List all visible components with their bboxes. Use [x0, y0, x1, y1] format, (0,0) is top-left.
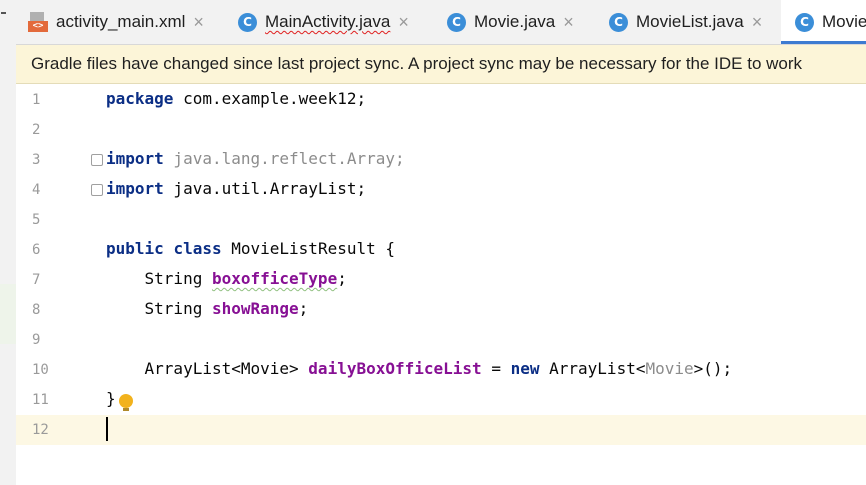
line-number: 5 — [32, 212, 41, 228]
line-number: 3 — [32, 152, 41, 168]
code-line-1: package com.example.week12; — [106, 89, 367, 108]
code-line-10: ArrayList<Movie> dailyBoxOfficeList = ne… — [106, 359, 733, 378]
line-number: 4 — [32, 182, 41, 198]
code-line-11: } — [106, 389, 116, 408]
left-tool-strip — [0, 0, 17, 485]
code-line-8: String showRange; — [106, 299, 309, 318]
text-cursor — [106, 417, 108, 441]
code-line-3: import java.lang.reflect.Array; — [106, 149, 405, 168]
gradle-sync-banner: Gradle files have changed since last pro… — [16, 45, 866, 84]
current-line-highlight — [16, 415, 866, 445]
tab-activity-main-xml[interactable]: <> activity_main.xml × — [28, 0, 204, 44]
close-icon[interactable]: × — [563, 12, 574, 33]
fold-marker-icon[interactable] — [91, 184, 103, 196]
code-line-4: import java.util.ArrayList; — [106, 179, 367, 198]
close-icon[interactable]: × — [398, 12, 409, 33]
banner-text: Gradle files have changed since last pro… — [31, 54, 803, 73]
tab-label: Movie.java — [474, 12, 556, 31]
class-c-icon: C — [447, 12, 466, 32]
class-c-icon: C — [609, 12, 628, 32]
close-icon[interactable]: × — [193, 12, 204, 33]
tab-label: activity_main.xml — [56, 12, 186, 31]
lightbulb-icon[interactable] — [119, 394, 133, 411]
close-icon[interactable]: × — [752, 12, 763, 33]
code-line-7: String boxofficeType; — [106, 269, 347, 288]
line-number: 7 — [32, 272, 41, 288]
editor-tabs: <> activity_main.xml × C MainActivity.ja… — [16, 0, 866, 45]
tab-label: Movie — [822, 12, 866, 31]
xml-file-icon: <> — [28, 12, 48, 32]
class-c-icon: C — [238, 12, 257, 32]
line-number: 2 — [32, 122, 41, 138]
line-number: 11 — [32, 392, 49, 408]
vcs-change-marker — [0, 284, 16, 344]
line-number: 8 — [32, 302, 41, 318]
tab-movie-list-result-java[interactable]: C Movie — [781, 0, 866, 44]
class-c-icon: C — [795, 12, 814, 32]
tab-movie-java[interactable]: C Movie.java × — [447, 0, 574, 44]
line-number: 12 — [32, 422, 49, 438]
line-number: 9 — [32, 332, 41, 348]
tab-label: MovieList.java — [636, 12, 744, 31]
tab-label: MainActivity.java — [265, 12, 391, 31]
code-line-6: public class MovieListResult { — [106, 239, 395, 258]
tab-main-activity-java[interactable]: C MainActivity.java × — [238, 0, 409, 44]
line-number: 6 — [32, 242, 41, 258]
tab-movie-list-java[interactable]: C MovieList.java × — [609, 0, 762, 44]
collapse-icon[interactable] — [1, 12, 6, 14]
line-number: 10 — [32, 362, 49, 378]
line-number: 1 — [32, 92, 41, 108]
fold-marker-icon[interactable] — [91, 154, 103, 166]
